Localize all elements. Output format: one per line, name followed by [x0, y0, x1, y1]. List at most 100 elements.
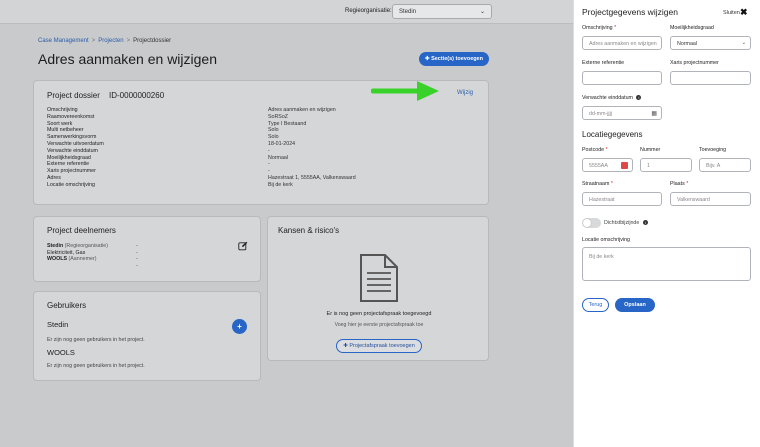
back-button[interactable]: Terug: [582, 298, 609, 312]
arrow-right-icon: [371, 81, 439, 101]
participant-role: (Aannemer): [68, 256, 97, 262]
project-participants-card: Project deelnemers Stedin (Regieorganisa…: [33, 216, 261, 282]
toggle-knob: [583, 219, 591, 227]
field-label: Soort werk: [47, 120, 73, 127]
field-value: Solo: [268, 127, 279, 134]
field-label: Verwachte einddatum: [47, 147, 98, 154]
add-agreement-button[interactable]: ✚ Projectafspraak toevoegen: [336, 339, 422, 353]
external-reference-label: Externe referentie: [582, 60, 625, 66]
field-value: SoRSoZ: [268, 113, 289, 120]
risks-empty-text: Er is nog geen projectafspraak toegevoeg…: [326, 311, 432, 317]
city-label: Plaats *: [670, 181, 689, 187]
field-value: -: [268, 147, 270, 154]
close-label[interactable]: Sluiten: [723, 10, 740, 16]
breadcrumb: Case Management > Projecten > Projectdossier: [38, 38, 171, 44]
external-reference-input[interactable]: [582, 71, 662, 85]
risks-card: Kansen & risico's Er is nog geen project…: [267, 216, 489, 361]
edit-dossier-link[interactable]: Wijzig: [457, 90, 473, 96]
participant-name: Elektriciteit, Gas: [47, 249, 86, 256]
field-label: Locatie omschrijving: [47, 181, 95, 188]
field-row: Raamovereenkomst SoRSoZ: [47, 114, 467, 121]
field-row: Xaris projectnummer -: [47, 168, 467, 175]
end-date-label: Verwachte einddatum i: [582, 95, 642, 101]
field-value: Hazestraat 1, 5555AA, Valkenswaard: [268, 174, 356, 181]
edit-project-panel: Projectgegevens wijzigen Sluiten ✖ Omsch…: [573, 0, 760, 447]
field-value: -: [268, 161, 270, 168]
field-label: Xaris projectnummer: [47, 168, 96, 175]
end-date-input[interactable]: dd-mm-jjjj ▦: [582, 106, 662, 120]
field-row: Multi netbeheer Solo: [47, 127, 467, 134]
participants-title: Project deelnemers: [47, 226, 116, 235]
field-value: -: [268, 168, 270, 175]
field-value: Solo: [268, 134, 279, 141]
xaris-number-input[interactable]: [670, 71, 751, 85]
field-value: 18-01-2024: [268, 140, 296, 147]
number-label: Nummer: [640, 147, 661, 153]
city-input[interactable]: Valkenswaard: [670, 192, 751, 206]
risks-title: Kansen & risico's: [278, 226, 340, 235]
breadcrumb-projecten[interactable]: Projecten: [98, 38, 123, 44]
location-description-textarea[interactable]: Bij de kerk: [582, 247, 751, 281]
risks-hint-text: Voeg hier je eerste projectafspraak toe: [334, 322, 424, 328]
dossier-title: Project dossier: [47, 91, 100, 100]
breadcrumb-separator: >: [91, 38, 96, 44]
field-row: Verwachte uitvoerdatum 18-01-2024: [47, 141, 467, 148]
field-row: Verwachte einddatum -: [47, 148, 467, 155]
location-description-label: Locatie omschrijving: [582, 237, 630, 243]
field-value: Adres aanmaken en wijzigen: [268, 107, 336, 113]
difficulty-select[interactable]: Normaal ⌄: [670, 36, 751, 50]
add-section-button[interactable]: ✚ Sectie(s) toevoegen: [419, 52, 489, 66]
participant-role: (Regieorganisatie): [64, 243, 108, 249]
xaris-number-label: Xaris projectnummer: [670, 60, 719, 66]
close-icon[interactable]: ✖: [740, 7, 748, 18]
users-org-name: WOOLS: [47, 348, 75, 357]
nearest-label: Dichtstbijzijnde i: [604, 220, 648, 226]
plus-icon: +: [237, 322, 242, 331]
users-card: Gebruikers Stedin Er zijn nog geen gebru…: [33, 291, 261, 381]
users-empty-text: Er zijn nog geen gebruikers in het proje…: [47, 337, 145, 343]
document-icon: [360, 254, 398, 302]
field-label: Multi netbeheer: [47, 127, 84, 134]
field-value: Bij de kerk: [268, 181, 293, 188]
region-label: Regieorganisatie:: [345, 8, 392, 14]
breadcrumb-separator: >: [126, 38, 131, 44]
field-row: Soort werk Type I Bestaand: [47, 121, 467, 128]
info-icon: i: [642, 220, 648, 226]
add-user-button[interactable]: +: [232, 319, 247, 334]
field-value: Normaal: [268, 154, 289, 161]
field-label: Verwachte uitvoerdatum: [47, 140, 104, 147]
chevron-down-icon: ⌄: [741, 40, 746, 46]
field-label: Moeilijkheidsgraad: [47, 154, 91, 161]
description-input[interactable]: Adres aanmaken en wijzigen: [582, 36, 662, 50]
description-label: Omschrijving *: [582, 25, 617, 31]
field-label: Samenwerkingsvorm: [47, 134, 97, 141]
difficulty-label: Moeilijkheidsgraad: [670, 25, 714, 31]
panel-title: Projectgegevens wijzigen: [582, 7, 678, 17]
calendar-icon[interactable]: ▦: [651, 110, 657, 117]
save-button[interactable]: Opslaan: [615, 298, 655, 312]
field-label: Omschrijving: [47, 107, 78, 113]
chevron-down-icon: ⌄: [479, 9, 485, 15]
number-input[interactable]: 1: [640, 158, 692, 172]
users-org-name: Stedin: [47, 320, 69, 329]
postcode-input[interactable]: 5555AA: [582, 158, 633, 172]
addition-input[interactable]: Bijv. A: [699, 158, 751, 172]
location-section-title: Locatiegegevens: [582, 130, 643, 139]
region-select[interactable]: Stedin ⌄: [392, 4, 492, 19]
add-section-label: Sectie(s) toevoegen: [431, 56, 484, 62]
participant-value: -: [136, 262, 138, 269]
add-agreement-label: Projectafspraak toevoegen: [349, 343, 415, 349]
field-row: Adres Hazestraat 1, 5555AA, Valkenswaard: [47, 175, 467, 182]
street-input[interactable]: Hazestraat: [582, 192, 662, 206]
nearest-toggle[interactable]: [582, 218, 601, 228]
field-row: Omschrijving Adres aanmaken en wijzigen: [47, 107, 467, 114]
participant-name: Stedin: [47, 243, 64, 249]
field-value: Type I Bestaand: [268, 120, 307, 127]
list-item: -: [47, 263, 247, 270]
breadcrumb-case-management[interactable]: Case Management: [38, 38, 89, 44]
addition-label: Toevoeging: [699, 147, 727, 153]
field-row: Locatie omschrijving Bij de kerk: [47, 182, 467, 189]
field-label: Adres: [47, 174, 61, 181]
postcode-placeholder: 5555AA: [589, 163, 608, 169]
page-title: Adres aanmaken en wijzigen: [38, 51, 217, 67]
